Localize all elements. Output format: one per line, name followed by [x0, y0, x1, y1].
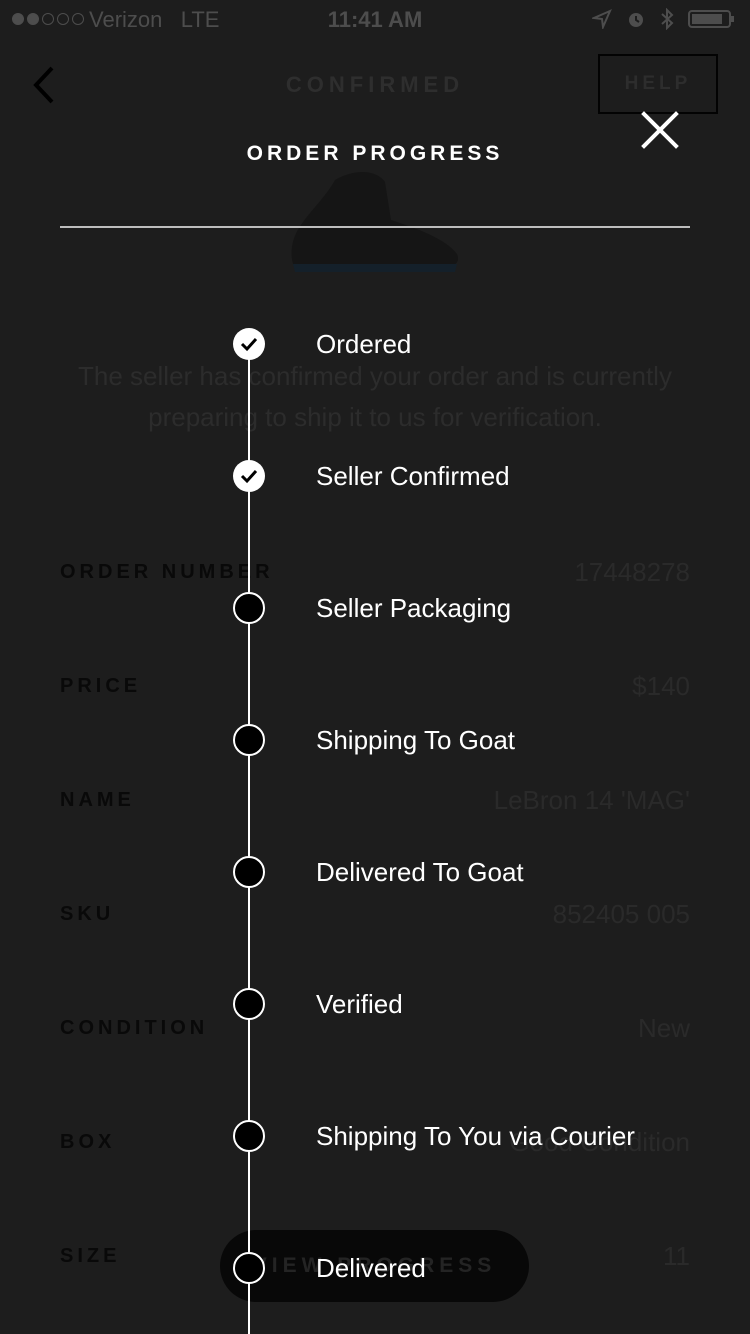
- empty-circle-icon: [233, 988, 265, 1020]
- detail-value: $140: [632, 670, 690, 701]
- empty-circle-icon: [233, 592, 265, 624]
- step-label: Ordered: [316, 329, 412, 359]
- progress-step-delivered-to-goat: Delivered To Goat: [0, 852, 750, 892]
- check-icon: [233, 328, 265, 360]
- detail-label: ORDER NUMBER: [60, 560, 274, 583]
- step-label: Seller Confirmed: [316, 461, 510, 491]
- step-label: Verified: [316, 989, 403, 1019]
- step-label: Delivered To Goat: [316, 857, 524, 887]
- status-bar: Verizon LTE 11:41 AM: [0, 0, 750, 40]
- detail-label: NAME: [60, 788, 135, 811]
- detail-label: SKU: [60, 902, 115, 925]
- shoe-image: [291, 171, 459, 272]
- step-label: Shipping To Goat: [316, 725, 515, 755]
- location-icon: [592, 9, 612, 29]
- overlay-divider: [60, 226, 690, 228]
- detail-row-name: NAME LeBron 14 'MAG': [60, 780, 690, 820]
- status-icons: [592, 8, 736, 30]
- progress-step-seller-confirmed: Seller Confirmed: [0, 456, 750, 496]
- detail-value: 17448278: [574, 556, 690, 587]
- empty-circle-icon: [233, 1252, 265, 1284]
- overlay-title: ORDER PROGRESS: [246, 142, 504, 165]
- detail-value: LeBron 14 'MAG': [493, 784, 690, 815]
- detail-value: 852405 005: [552, 898, 690, 929]
- check-icon: [233, 460, 265, 492]
- empty-circle-icon: [233, 856, 265, 888]
- progress-step-shipping-to-goat: Shipping To Goat: [0, 720, 750, 760]
- detail-row-price: PRICE $140: [60, 666, 690, 706]
- step-label: Delivered: [316, 1253, 426, 1283]
- bluetooth-icon: [661, 8, 674, 30]
- step-label: Shipping To You via Courier: [316, 1121, 635, 1151]
- detail-label: PRICE: [60, 674, 142, 697]
- empty-circle-icon: [233, 1120, 265, 1152]
- detail-row-order-number: ORDER NUMBER 17448278: [60, 552, 690, 592]
- empty-circle-icon: [233, 724, 265, 756]
- progress-step-seller-packaging: Seller Packaging: [0, 588, 750, 628]
- step-label: Seller Packaging: [316, 593, 512, 623]
- progress-step-shipping-to-you: Shipping To You via Courier: [0, 1116, 750, 1156]
- alarm-icon: [629, 13, 643, 27]
- order-status-description: The seller has confirmed your order and …: [78, 361, 672, 432]
- progress-step-delivered: Delivered: [0, 1248, 750, 1288]
- help-button[interactable]: HELP: [598, 54, 718, 114]
- detail-row-sku: SKU 852405 005: [60, 894, 690, 934]
- progress-step-ordered: Ordered: [0, 324, 750, 364]
- battery-icon: [688, 10, 734, 28]
- progress-step-verified: Verified: [0, 984, 750, 1024]
